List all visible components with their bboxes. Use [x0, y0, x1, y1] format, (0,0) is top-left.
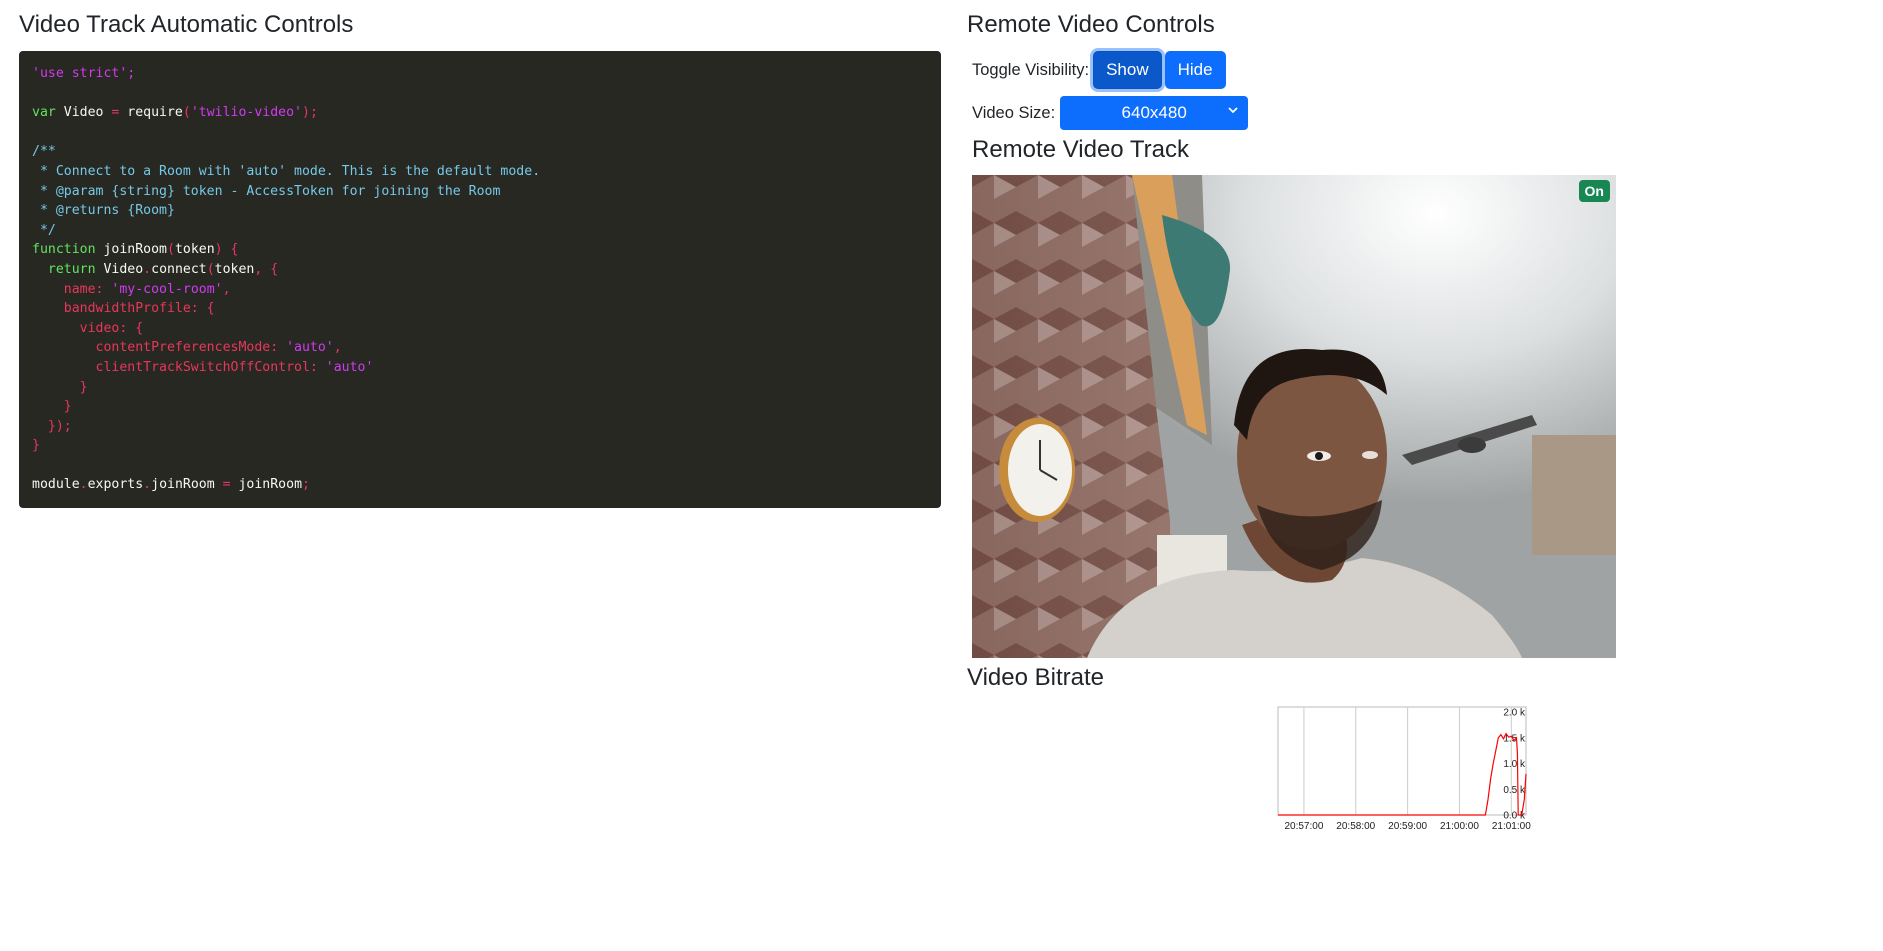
code-line: name: 'my-cool-room', — [63, 281, 231, 297]
code-line: } — [32, 399, 72, 415]
code-line: contentPreferencesMode: 'auto', — [95, 340, 342, 356]
video-size-label: Video Size: — [972, 103, 1056, 122]
x-tick-label: 21:00:00 — [1440, 821, 1479, 832]
track-title: Remote Video Track — [972, 136, 1189, 163]
y-tick-label: 2.0 k — [1503, 708, 1526, 719]
bitrate-title: Video Bitrate — [967, 664, 1104, 691]
y-tick-label: 0.5 k — [1503, 785, 1526, 796]
x-tick-label: 21:01:00 — [1492, 821, 1531, 832]
code-line: module.exports.joinRoom = joinRoom; — [32, 477, 310, 493]
toggle-visibility-label: Toggle Visibility: — [972, 60, 1090, 79]
code-line: }); — [32, 418, 72, 434]
x-tick-label: 20:57:00 — [1284, 821, 1323, 832]
code-line: } — [32, 438, 40, 454]
chevron-down-icon — [1228, 107, 1238, 114]
code-line: clientTrackSwitchOffControl: 'auto' — [95, 359, 374, 375]
video-frame-image — [972, 175, 1616, 658]
toggle-visibility-row: Toggle Visibility: Show Hide — [972, 51, 1226, 89]
code-line: /** — [32, 144, 56, 160]
code-line: * @returns {Room} — [32, 203, 175, 219]
code-line: function joinRoom(token) { — [32, 242, 239, 258]
code-line: var Video = require('twilio-video'); — [32, 105, 318, 121]
code-line: return Video.connect(token, { — [47, 261, 279, 277]
video-size-row: Video Size: 640x480 — [972, 96, 1249, 130]
bitrate-chart: 20:57:00 20:58:00 20:59:00 21:00:00 21:01:00… — [1277, 701, 1587, 861]
y-tick-label: 1.0 k — [1503, 759, 1526, 770]
controls-title: Remote Video Controls — [967, 11, 1215, 38]
code-line: video: { — [32, 320, 144, 336]
code-line: 'use strict'; — [32, 66, 136, 81]
status-badge: On — [1578, 180, 1610, 202]
code-block: 'use strict'; var Video = require('twili… — [19, 51, 941, 508]
video-size-select[interactable]: 640x480 — [1060, 96, 1249, 130]
x-tick-label: 20:59:00 — [1388, 821, 1427, 832]
plot-area — [1277, 706, 1527, 816]
bitrate-chart-svg: 20:57:00 20:58:00 20:59:00 21:00:00 21:01:00… — [1277, 706, 1531, 832]
code-line: * @param {string} token - AccessToken fo… — [32, 183, 501, 199]
show-button[interactable]: Show — [1093, 51, 1162, 89]
code-line: */ — [32, 222, 56, 238]
code-line: bandwidthProfile: { — [32, 301, 215, 317]
remote-video: On — [972, 175, 1616, 658]
code-line: * Connect to a Room with 'auto' mode. Th… — [32, 163, 541, 179]
hide-button[interactable]: Hide — [1164, 51, 1226, 89]
video-size-value: 640x480 — [1121, 103, 1187, 122]
code-line: } — [32, 379, 88, 395]
x-tick-label: 20:58:00 — [1336, 821, 1375, 832]
page-title: Video Track Automatic Controls — [19, 11, 354, 38]
